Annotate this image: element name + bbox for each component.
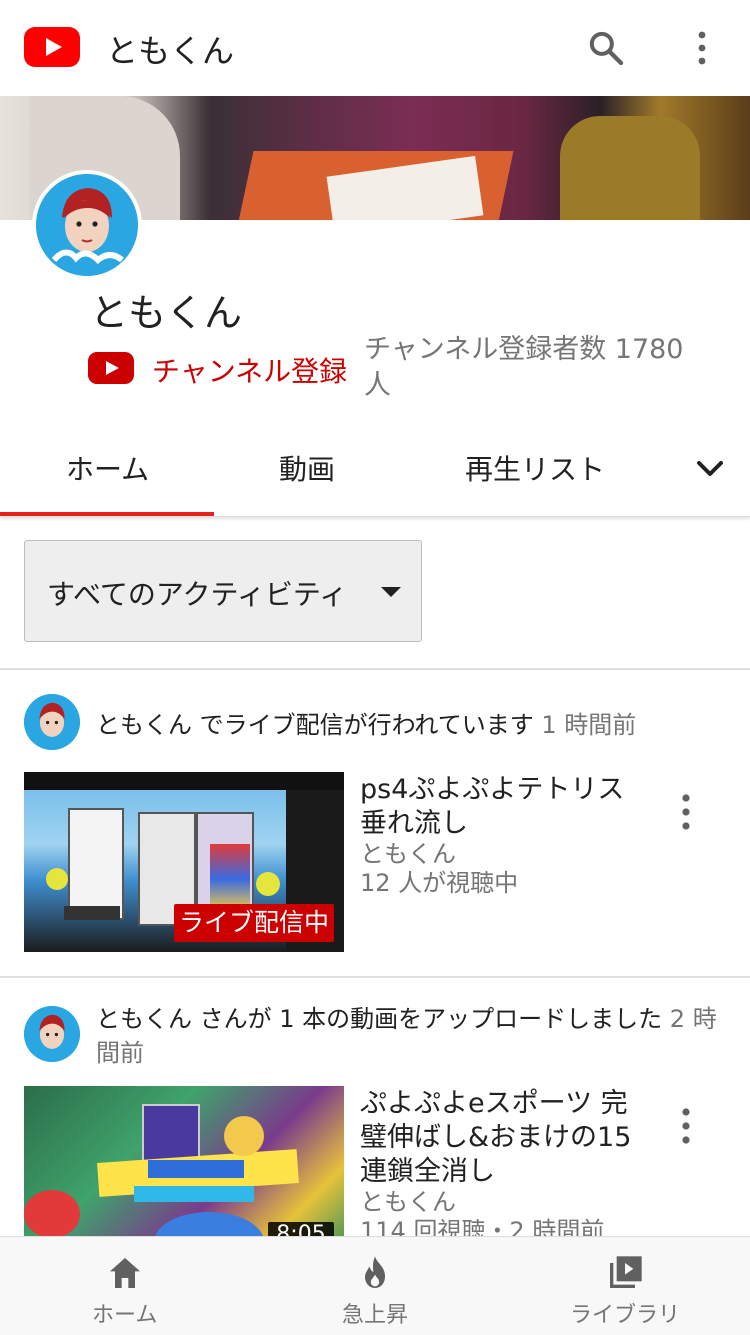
- channel-tabs: ホーム 動画 再生リスト: [0, 420, 750, 517]
- nav-library-label: ライブラリ: [570, 1303, 681, 1328]
- tab-playlists[interactable]: 再生リスト: [465, 448, 605, 488]
- activity-description: ともくん でライブ配信が行われています 1 時間前: [96, 708, 726, 742]
- chevron-down-icon[interactable]: [694, 456, 726, 484]
- subscribe-button[interactable]: チャンネル登録: [152, 350, 347, 390]
- divider: [0, 668, 750, 670]
- activity-time: 1 時間前: [541, 711, 637, 739]
- nav-trending-label: 急上昇: [342, 1303, 409, 1328]
- nav-library[interactable]: ライブラリ: [500, 1237, 750, 1335]
- nav-home[interactable]: ホーム: [0, 1237, 250, 1335]
- more-vert-icon[interactable]: [690, 28, 714, 68]
- youtube-logo-icon[interactable]: [24, 27, 80, 67]
- bottom-navigation: ホーム 急上昇 ライブラリ: [0, 1236, 750, 1335]
- subscriber-count: チャンネル登録者数 1780 人: [364, 334, 684, 401]
- live-badge: ライブ配信中: [174, 904, 334, 942]
- activity-avatar[interactable]: [24, 694, 80, 750]
- top-app-bar: ともくん: [0, 0, 750, 96]
- dropdown-arrow-icon: [381, 587, 401, 597]
- trending-flame-icon: [365, 1256, 385, 1288]
- library-icon: [610, 1256, 642, 1288]
- tab-home[interactable]: ホーム: [66, 448, 149, 488]
- activity-text: ともくん でライブ配信が行われています: [96, 711, 534, 739]
- app-bar-title: ともくん: [106, 32, 235, 70]
- activity-filter-value: すべてのアクティビティ: [47, 578, 348, 611]
- tab-videos[interactable]: 動画: [279, 448, 335, 488]
- video-title[interactable]: ps4ぷよぷよテトリス 垂れ流し: [360, 773, 651, 841]
- video-channel: ともくん: [360, 840, 456, 868]
- activity-text: ともくん さんが 1 本の動画をアップロードしました: [96, 1005, 663, 1033]
- video-stats: 12 人が視聴中: [360, 869, 519, 897]
- divider: [0, 976, 750, 978]
- activity-filter-select[interactable]: すべてのアクティビティ: [24, 540, 422, 642]
- channel-avatar: [32, 170, 142, 280]
- video-channel: ともくん: [360, 1188, 456, 1216]
- activity-avatar[interactable]: [24, 1006, 80, 1062]
- video-more-icon[interactable]: [676, 792, 696, 832]
- channel-name: ともくん: [90, 291, 243, 335]
- video-more-icon[interactable]: [676, 1106, 696, 1146]
- nav-home-label: ホーム: [92, 1303, 158, 1328]
- search-icon[interactable]: [586, 28, 626, 68]
- home-icon: [110, 1258, 140, 1288]
- active-tab-indicator: [0, 512, 214, 516]
- video-title[interactable]: ぷよぷよeスポーツ 完璧伸ばし&おまけの15連鎖全消し: [360, 1087, 650, 1189]
- nav-trending[interactable]: 急上昇: [250, 1237, 500, 1335]
- activity-description: ともくん さんが 1 本の動画をアップロードしました 2 時間前: [96, 1002, 726, 1070]
- subscribe-youtube-icon[interactable]: [88, 352, 134, 384]
